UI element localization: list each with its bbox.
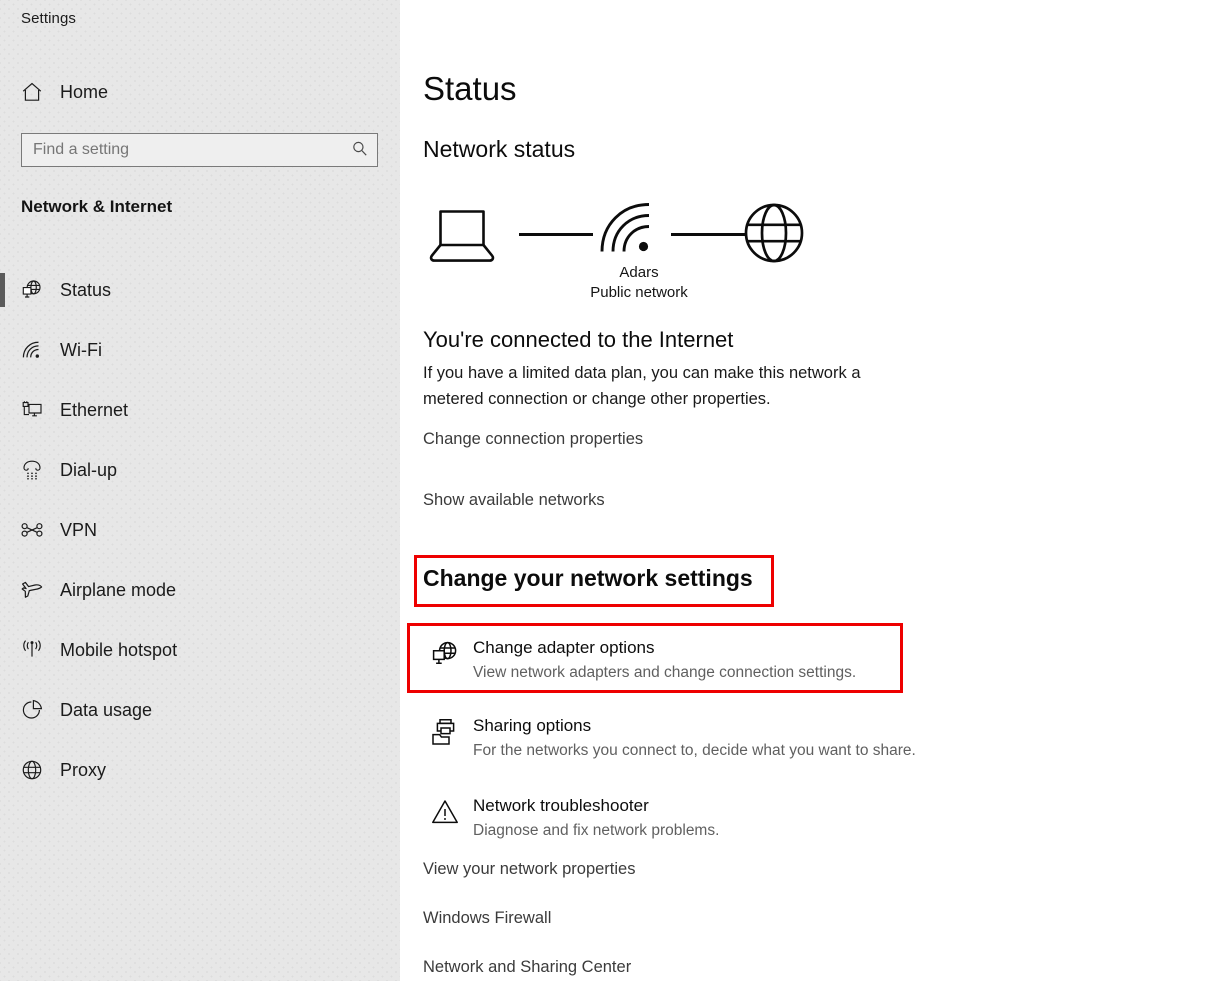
sharing-options-title: Sharing options: [473, 716, 592, 735]
sidebar-item-home[interactable]: Home: [0, 72, 400, 112]
sidebar-item-wifi[interactable]: Wi-Fi: [0, 320, 400, 380]
sidebar-item-dialup-label: Dial-up: [60, 459, 118, 480]
show-available-networks-link[interactable]: Show available networks: [423, 491, 605, 510]
ethernet-icon: [12, 398, 52, 422]
sidebar-item-status-label: Status: [60, 279, 112, 300]
network-troubleshooter-description: Diagnose and fix network problems.: [473, 822, 720, 839]
sidebar-item-dialup[interactable]: Dial-up: [0, 440, 400, 500]
change-connection-properties-link[interactable]: Change connection properties: [423, 430, 643, 449]
network-troubleshooter-title: Network troubleshooter: [473, 796, 649, 815]
sidebar-item-mobile-hotspot[interactable]: Mobile hotspot: [0, 620, 400, 680]
sharing-options-description: For the networks you connect to, decide …: [473, 742, 916, 759]
sidebar-item-data-usage[interactable]: Data usage: [0, 680, 400, 740]
sharing-options-text: Sharing options For the networks you con…: [473, 714, 916, 762]
network-troubleshooter-text: Network troubleshooter Diagnose and fix …: [473, 794, 719, 842]
sidebar-item-ethernet-label: Ethernet: [60, 399, 129, 420]
change-adapter-options-text: Change adapter options View network adap…: [473, 636, 856, 684]
sidebar-item-proxy[interactable]: Proxy: [0, 740, 400, 800]
network-name: Adars: [619, 264, 659, 281]
network-caption: Adars Public network: [519, 263, 759, 303]
vpn-key-icon: [12, 518, 52, 542]
pie-chart-icon: [12, 698, 52, 722]
globe-monitor-icon: [12, 278, 52, 302]
home-icon: [12, 80, 52, 104]
sidebar-section-title: Network & Internet: [21, 197, 173, 216]
diagram-connector-line-left: [519, 233, 593, 236]
sidebar-item-home-label: Home: [60, 81, 109, 102]
sidebar-item-data-usage-label: Data usage: [60, 699, 153, 720]
sidebar-item-wifi-label: Wi-Fi: [60, 339, 102, 360]
connection-description: If you have a limited data plan, you can…: [423, 364, 861, 408]
change-adapter-options-row[interactable]: Change adapter options View network adap…: [423, 636, 983, 684]
network-diagram: Adars Public network: [423, 195, 823, 310]
network-type: Public network: [590, 284, 688, 301]
airplane-icon: [12, 578, 52, 602]
search-input[interactable]: [22, 134, 343, 166]
warning-triangle-icon: [423, 794, 467, 827]
windows-firewall-link[interactable]: Windows Firewall: [423, 909, 551, 928]
main-content: Status Network status Adars Public netwo…: [400, 0, 1226, 981]
change-adapter-options-description: View network adapters and change connect…: [473, 664, 857, 681]
globe-monitor-icon: [423, 636, 467, 669]
dialup-phone-icon: [12, 458, 52, 482]
hotspot-icon: [12, 638, 52, 662]
sidebar-item-vpn-label: VPN: [60, 519, 98, 540]
wifi-icon: [12, 338, 52, 362]
change-adapter-options-title: Change adapter options: [473, 638, 655, 657]
settings-window: Settings Home Network & In: [0, 0, 1226, 981]
search-icon-button[interactable]: [343, 134, 377, 166]
sidebar-item-airplane-mode[interactable]: Airplane mode: [0, 560, 400, 620]
search-box[interactable]: [21, 133, 378, 167]
sidebar-item-mobile-hotspot-label: Mobile hotspot: [60, 639, 178, 660]
diagram-connector-line-right: [671, 233, 747, 236]
page-title: Status: [423, 70, 517, 107]
laptop-icon: [427, 203, 497, 270]
network-and-sharing-center-link[interactable]: Network and Sharing Center: [423, 958, 631, 977]
search-icon: [351, 140, 369, 161]
sidebar-nav: Status Wi-Fi Ethernet Dial-up VPN Airpla…: [0, 260, 400, 800]
sidebar-item-proxy-label: Proxy: [60, 759, 107, 780]
sidebar-item-ethernet[interactable]: Ethernet: [0, 380, 400, 440]
wifi-icon: [595, 197, 657, 264]
connection-heading: You're connected to the Internet: [423, 327, 734, 352]
sidebar: Settings Home Network & In: [0, 0, 400, 981]
globe-icon: [12, 758, 52, 782]
sidebar-item-status[interactable]: Status: [0, 260, 400, 320]
network-troubleshooter-row[interactable]: Network troubleshooter Diagnose and fix …: [423, 794, 983, 842]
app-title: Settings: [21, 10, 76, 27]
view-network-properties-link[interactable]: View your network properties: [423, 860, 635, 879]
sharing-options-row[interactable]: Sharing options For the networks you con…: [423, 714, 983, 762]
globe-icon: [740, 197, 808, 270]
sidebar-item-vpn[interactable]: VPN: [0, 500, 400, 560]
selection-indicator: [0, 273, 5, 307]
sidebar-item-airplane-mode-label: Airplane mode: [60, 579, 177, 600]
printer-folder-icon: [423, 714, 467, 747]
network-status-title: Network status: [423, 136, 576, 162]
change-your-network-settings-heading: Change your network settings: [423, 565, 753, 591]
